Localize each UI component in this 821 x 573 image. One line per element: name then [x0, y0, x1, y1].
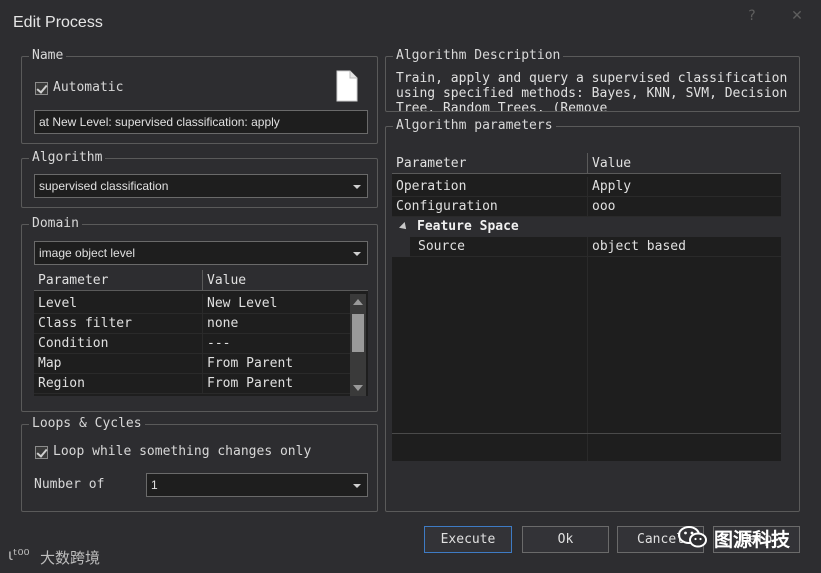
algorithm-parameter-grid: Parameter Value Operation Apply Configur…	[392, 153, 781, 461]
watermark-left: 大数跨境	[40, 549, 101, 567]
loop-checkbox[interactable]	[35, 446, 48, 459]
row-parameter: Class filter	[34, 314, 203, 334]
grid-column-divider	[587, 257, 588, 461]
row-parameter: Configuration	[392, 197, 588, 217]
wechat-icon	[678, 526, 707, 548]
algorithm-parameters-group: Algorithm parameters Parameter Value Ope…	[385, 118, 800, 512]
category-row-feature-space[interactable]: Feature Space	[392, 217, 781, 237]
table-row[interactable]: Region From Parent	[34, 374, 350, 394]
close-icon[interactable]: ✕	[786, 8, 808, 28]
column-header-value[interactable]: Value	[588, 153, 781, 174]
name-group: Name Automatic at New Level: supervised …	[21, 48, 378, 144]
grid-header: Parameter Value	[34, 270, 368, 291]
row-parameter: Operation	[392, 177, 588, 197]
chevron-down-icon	[353, 185, 361, 189]
row-value: none	[207, 316, 239, 331]
document-icon[interactable]	[336, 70, 358, 102]
row-value[interactable]: ooo	[588, 197, 781, 217]
algorithm-select-value: supervised classification	[39, 179, 169, 193]
column-header-value[interactable]: Value	[203, 270, 368, 291]
row-value: From Parent	[207, 356, 294, 371]
help-icon[interactable]: ?	[741, 8, 763, 28]
row-parameter: Level	[34, 294, 203, 314]
row-parameter: Condition	[34, 334, 203, 354]
scroll-up-icon[interactable]	[353, 299, 363, 305]
algorithm-select[interactable]: supervised classification	[34, 174, 368, 198]
algorithm-description-legend: Algorithm Description	[393, 48, 564, 64]
automatic-checkbox[interactable]	[35, 82, 48, 95]
row-value[interactable]: Apply	[588, 177, 781, 197]
execute-button[interactable]: Execute	[424, 526, 512, 553]
category-label: Feature Space	[417, 219, 519, 234]
algorithm-description-text: Train, apply and query a supervised clas…	[396, 71, 788, 111]
table-row[interactable]: Map From Parent	[34, 354, 350, 374]
row-value: ---	[207, 336, 231, 351]
table-row[interactable]: Class filter none	[34, 314, 350, 334]
chevron-down-icon	[353, 484, 361, 488]
algorithm-parameters-legend: Algorithm parameters	[393, 118, 556, 134]
table-row[interactable]: Condition ---	[34, 334, 350, 354]
table-row[interactable]: Level New Level	[34, 294, 350, 314]
scroll-down-icon[interactable]	[353, 385, 363, 391]
loop-label: Loop while something changes only	[53, 444, 312, 459]
watermark-left-logo: ιᵗ⁰⁰	[8, 546, 30, 564]
domain-grid-scrollbar[interactable]	[350, 294, 366, 396]
domain-legend: Domain	[29, 216, 82, 232]
name-field[interactable]: at New Level: supervised classification:…	[34, 110, 368, 134]
automatic-label: Automatic	[53, 80, 124, 95]
column-header-parameter[interactable]: Parameter	[392, 153, 588, 174]
row-parameter: Source	[414, 237, 588, 257]
row-value[interactable]: object based	[588, 237, 781, 257]
watermark-right: 图源科技	[714, 529, 791, 551]
algorithm-description-group: Algorithm Description Train, apply and q…	[385, 48, 800, 112]
domain-select[interactable]: image object level	[34, 241, 368, 265]
name-legend: Name	[29, 48, 67, 64]
row-value: From Parent	[207, 376, 294, 391]
row-value: New Level	[207, 296, 278, 311]
number-of-label: Number of	[34, 477, 105, 492]
loops-legend: Loops & Cycles	[29, 416, 145, 432]
title-bar: Edit Process ? ✕	[0, 0, 821, 40]
domain-group: Domain image object level Parameter Valu…	[21, 216, 378, 412]
window-title: Edit Process	[13, 14, 103, 31]
algorithm-group: Algorithm supervised classification	[21, 150, 378, 208]
table-row[interactable]: Configuration ooo	[392, 197, 781, 217]
table-row[interactable]: Source object based	[392, 237, 781, 257]
row-parameter: Region	[34, 374, 203, 394]
algorithm-legend: Algorithm	[29, 150, 106, 166]
domain-select-value: image object level	[39, 246, 136, 260]
grid-header: Parameter Value	[392, 153, 781, 174]
domain-parameter-grid: Parameter Value Level New Level Class fi…	[34, 270, 368, 396]
ok-button[interactable]: Ok	[522, 526, 609, 553]
parameters-divider	[392, 433, 781, 434]
loops-group: Loops & Cycles Loop while something chan…	[21, 416, 378, 512]
expand-triangle-icon[interactable]	[399, 222, 409, 232]
scrollbar-thumb[interactable]	[352, 314, 364, 352]
chevron-down-icon	[353, 252, 361, 256]
number-of-cycles-value: 1	[151, 478, 158, 492]
number-of-cycles-select[interactable]: 1	[146, 473, 368, 497]
column-header-parameter[interactable]: Parameter	[34, 270, 203, 291]
table-row[interactable]: Operation Apply	[392, 177, 781, 197]
row-indent	[392, 237, 410, 257]
row-parameter: Map	[34, 354, 203, 374]
